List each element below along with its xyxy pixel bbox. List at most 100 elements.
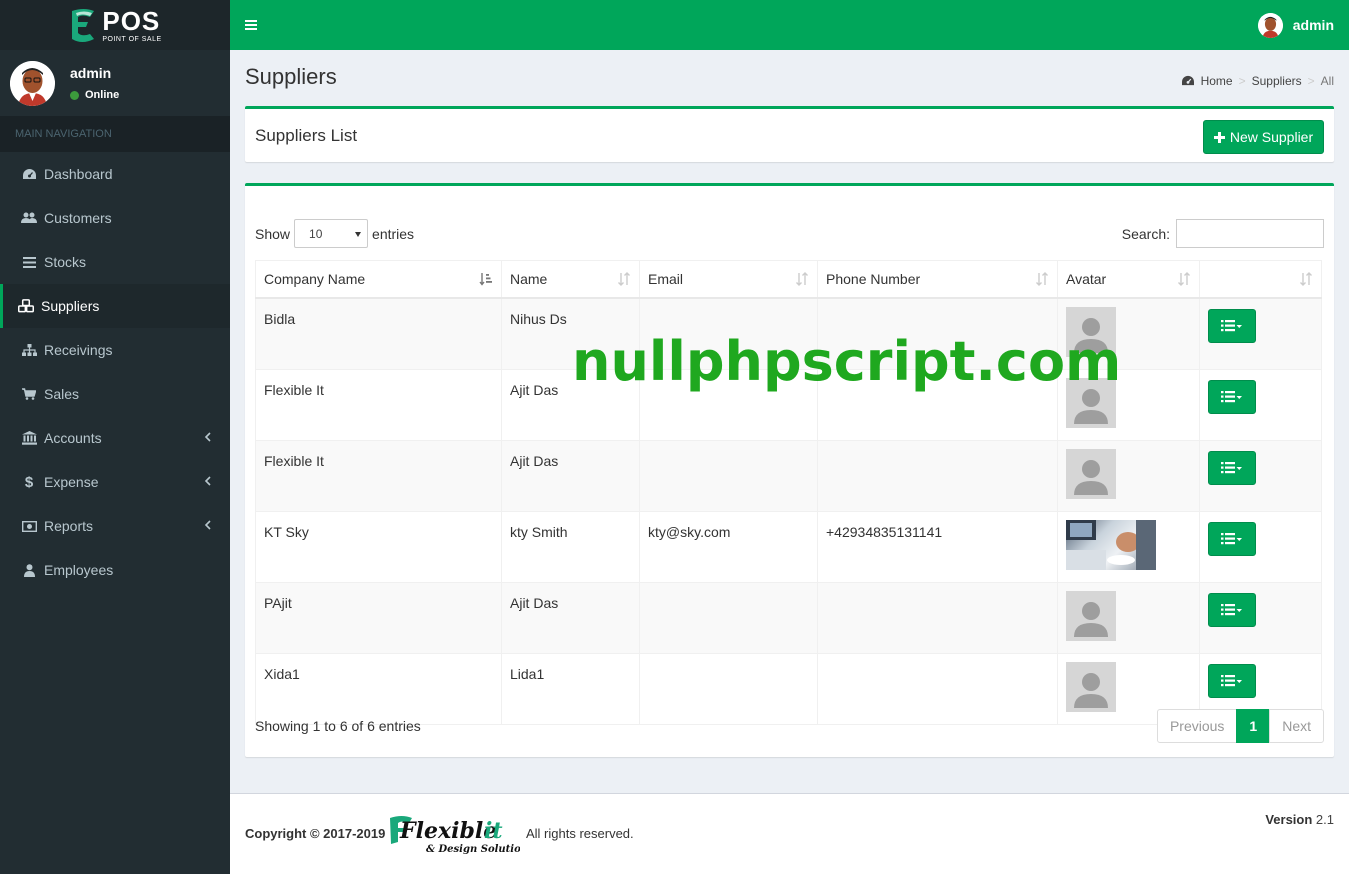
sidebar: POS POINT OF SALE admin Online MAIN NAVI… bbox=[0, 0, 230, 874]
default-avatar-icon bbox=[1066, 448, 1116, 499]
pagination-previous[interactable]: Previous bbox=[1156, 709, 1238, 743]
column-header-avatar[interactable]: Avatar bbox=[1057, 260, 1200, 299]
sidebar-item-sales[interactable]: Sales bbox=[0, 372, 230, 416]
box-title: Suppliers List bbox=[255, 126, 358, 145]
breadcrumb-home[interactable]: Home bbox=[1201, 74, 1233, 88]
version-label: Version bbox=[1265, 812, 1313, 827]
column-header-label: Company Name bbox=[264, 270, 366, 287]
dollar-icon: $ bbox=[24, 473, 34, 491]
sidebar-item-suppliers[interactable]: Suppliers bbox=[0, 284, 230, 328]
list-dropdown-icon bbox=[1221, 603, 1242, 615]
column-header-email[interactable]: Email bbox=[639, 260, 818, 299]
logo-subtitle: POINT OF SALE bbox=[102, 35, 162, 43]
sidebar-item-customers[interactable]: Customers bbox=[0, 196, 230, 240]
content-header: Suppliers Home > Suppliers > All bbox=[245, 62, 1334, 96]
sidebar-item-expense[interactable]: $ Expense bbox=[0, 460, 230, 504]
version-number: 2.1 bbox=[1315, 812, 1334, 827]
sidebar-item-dashboard[interactable]: Dashboard bbox=[0, 152, 230, 196]
cell-actions bbox=[1199, 581, 1322, 654]
breadcrumb-separator: > bbox=[1238, 74, 1246, 88]
sidebar-item-reports[interactable]: Reports bbox=[0, 504, 230, 548]
caret-down-icon bbox=[355, 232, 362, 237]
cell-name: kty Smith bbox=[501, 510, 640, 583]
user-avatar bbox=[10, 60, 55, 106]
sidebar-item-employees[interactable]: Employees bbox=[0, 548, 230, 592]
footer: Copyright © 2017-2019 Flexible it & Desi… bbox=[230, 793, 1349, 874]
sidebar-item-receivings[interactable]: Receivings bbox=[0, 328, 230, 372]
sidebar-item-accounts[interactable]: Accounts bbox=[0, 416, 230, 460]
show-label: Show bbox=[255, 225, 291, 242]
row-actions-button[interactable] bbox=[1208, 663, 1256, 698]
sidebar-item-label: Receivings bbox=[44, 342, 113, 358]
sidebar-toggle-icon[interactable] bbox=[245, 18, 259, 32]
rights-text: All rights reserved. bbox=[526, 826, 634, 841]
admin-avatar-icon bbox=[10, 60, 55, 106]
svg-text:Flexible: Flexible bbox=[399, 818, 497, 844]
breadcrumb-suppliers[interactable]: Suppliers bbox=[1252, 74, 1302, 88]
pos-logo-mark-icon bbox=[72, 9, 95, 42]
column-header-actions[interactable] bbox=[1199, 260, 1322, 299]
list-dropdown-icon bbox=[1221, 390, 1242, 402]
row-actions-button[interactable] bbox=[1208, 521, 1256, 556]
cell-company-name: Flexible It bbox=[255, 439, 502, 512]
admin-avatar-icon bbox=[1257, 12, 1283, 38]
user-icon bbox=[21, 562, 37, 578]
flexible-it-logo[interactable]: Flexible it & Design Solution bbox=[388, 814, 528, 856]
dashboard-icon bbox=[1181, 75, 1194, 86]
column-header-company-name[interactable]: Company Name bbox=[255, 260, 502, 299]
row-actions-button[interactable] bbox=[1208, 308, 1256, 343]
chevron-left-icon bbox=[204, 432, 211, 442]
supplier-photo bbox=[1066, 519, 1156, 570]
page-length-value: 10 bbox=[309, 226, 323, 241]
row-actions-button[interactable] bbox=[1208, 379, 1256, 414]
nav-header: MAIN NAVIGATION bbox=[0, 116, 230, 152]
list-dropdown-icon bbox=[1221, 532, 1242, 544]
breadcrumb-separator: > bbox=[1307, 74, 1315, 88]
pagination-next[interactable]: Next bbox=[1269, 709, 1324, 743]
sidebar-item-label: Dashboard bbox=[44, 166, 113, 182]
cell-avatar bbox=[1057, 439, 1200, 512]
cell-actions bbox=[1199, 297, 1322, 370]
sidebar-item-label: Suppliers bbox=[41, 298, 100, 314]
default-avatar-icon bbox=[1066, 590, 1116, 641]
column-header-phone-number[interactable]: Phone Number bbox=[817, 260, 1058, 299]
search-input[interactable] bbox=[1176, 219, 1324, 248]
cell-avatar bbox=[1057, 510, 1200, 583]
cell-email bbox=[639, 439, 818, 512]
page-length-select[interactable]: 10 bbox=[294, 219, 369, 248]
default-avatar-icon bbox=[1066, 661, 1116, 712]
pagination-page-1[interactable]: 1 bbox=[1236, 709, 1271, 743]
column-header-label: Name bbox=[510, 270, 548, 287]
table-row: KT Sky kty Smith kty@sky.com +4293483513114… bbox=[255, 510, 1322, 583]
table-info: Showing 1 to 6 of 6 entries bbox=[255, 718, 421, 734]
new-supplier-button[interactable]: New Supplier bbox=[1203, 120, 1324, 154]
sidebar-item-label: Stocks bbox=[44, 254, 87, 270]
row-actions-button[interactable] bbox=[1208, 592, 1256, 627]
pagination: Previous 1 Next bbox=[1156, 709, 1324, 743]
top-user-name: admin bbox=[1292, 17, 1334, 33]
breadcrumb: Home > Suppliers > All bbox=[1181, 74, 1334, 88]
pos-logo[interactable]: POS POINT OF SALE bbox=[68, 7, 161, 43]
cell-phone-number bbox=[817, 439, 1058, 512]
logo-bar[interactable]: POS POINT OF SALE bbox=[0, 0, 230, 50]
sidebar-item-label: Accounts bbox=[44, 430, 102, 446]
sidebar-item-stocks[interactable]: Stocks bbox=[0, 240, 230, 284]
entries-label: entries bbox=[372, 225, 415, 242]
online-dot-icon bbox=[70, 90, 79, 100]
user-menu[interactable]: admin bbox=[1257, 0, 1334, 50]
cell-phone-number: +42934835131141 bbox=[817, 510, 1058, 583]
cell-email: kty@sky.com bbox=[639, 510, 818, 583]
column-header-name[interactable]: Name bbox=[501, 260, 640, 299]
breadcrumb-current: All bbox=[1320, 74, 1334, 88]
cell-company-name: Xida1 bbox=[255, 652, 502, 725]
page-length-control: Show 10 entries bbox=[255, 219, 414, 248]
cell-actions bbox=[1199, 510, 1322, 583]
user-name: admin bbox=[70, 65, 112, 81]
row-actions-button[interactable] bbox=[1208, 450, 1256, 485]
column-header-label: Avatar bbox=[1066, 270, 1107, 287]
table-row: PAjit Ajit Das bbox=[255, 581, 1322, 654]
sort-both-icon bbox=[618, 272, 630, 286]
suppliers-table-box: Show 10 entries Search: Company Name Nam… bbox=[245, 183, 1334, 757]
list-dropdown-icon bbox=[1221, 319, 1242, 331]
sort-ascending-icon bbox=[479, 273, 492, 286]
